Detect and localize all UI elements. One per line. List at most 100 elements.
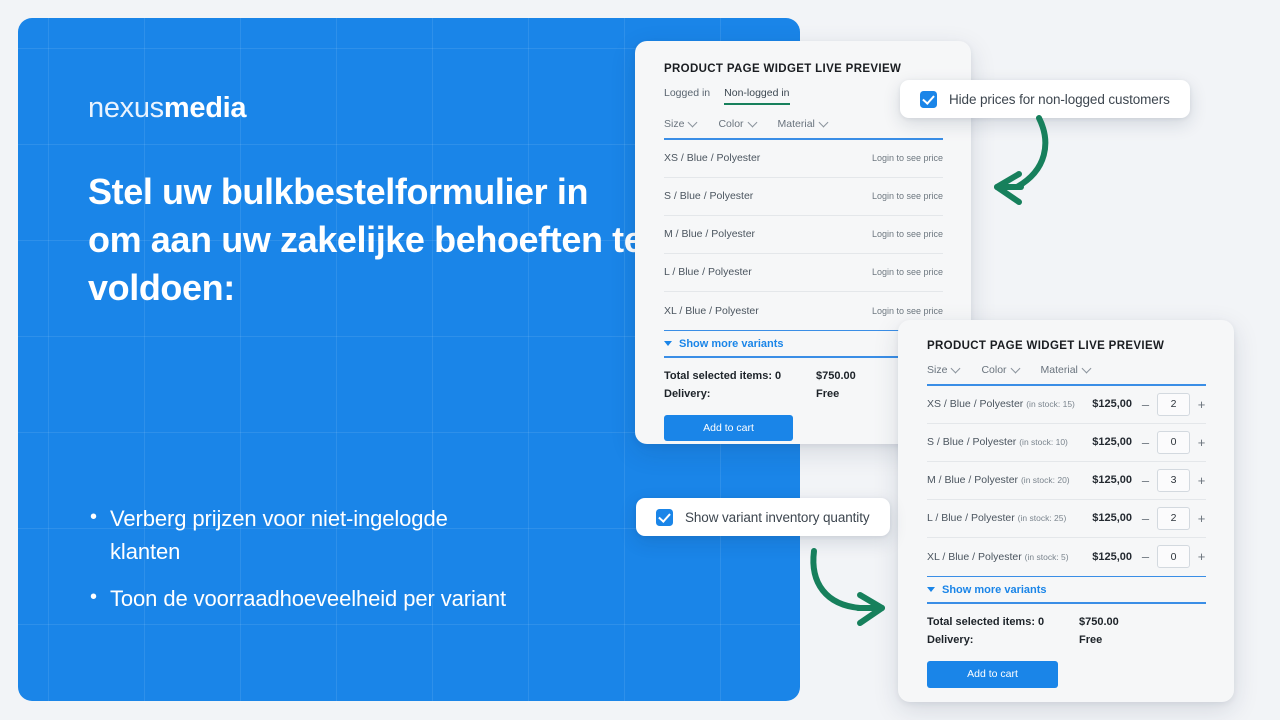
decrement-button[interactable]: –	[1141, 512, 1150, 525]
add-to-cart-button[interactable]: Add to cart	[664, 414, 793, 441]
table-row: XS / Blue / Polyester (in stock: 15) $12…	[927, 386, 1206, 424]
variant-label: S / Blue / Polyester (in stock: 10)	[927, 436, 1068, 448]
quantity-stepper: – 0 +	[1141, 430, 1206, 454]
chevron-down-icon	[687, 117, 698, 127]
show-more-variants-label: Show more variants	[679, 337, 784, 350]
brand-logo: nexusmedia	[88, 92, 247, 125]
quantity-stepper: – 3 +	[1141, 468, 1206, 492]
variant-label: L / Blue / Polyester	[664, 266, 752, 279]
filter-material[interactable]: Material	[777, 117, 829, 130]
quantity-input[interactable]: 2	[1157, 506, 1190, 530]
total-items-value: $750.00	[816, 369, 856, 382]
widget-card-inventory: PRODUCT PAGE WIDGET LIVE PREVIEW Size Co…	[898, 320, 1234, 702]
tab-non-logged-in[interactable]: Non-logged in	[724, 87, 790, 105]
widget-title: PRODUCT PAGE WIDGET LIVE PREVIEW	[927, 340, 1165, 352]
page-title: Stel uw bulkbestelformulier in om aan uw…	[88, 171, 644, 308]
variant-stock: (in stock: 5)	[1024, 551, 1069, 562]
increment-button[interactable]: +	[1197, 436, 1206, 449]
filter-size[interactable]: Size	[927, 363, 961, 376]
callout-show-inventory[interactable]: Show variant inventory quantity	[636, 498, 890, 536]
totals-block: Total selected items: 0 $750.00 Delivery…	[927, 613, 1206, 649]
triangle-down-icon	[664, 341, 672, 347]
variant-name: XS / Blue / Polyester	[927, 398, 1024, 411]
filter-size[interactable]: Size	[664, 117, 698, 130]
tab-logged-in[interactable]: Logged in	[664, 87, 710, 105]
total-items-line: Total selected items: 0 $750.00	[927, 613, 1206, 631]
quantity-input[interactable]: 2	[1157, 392, 1190, 416]
quantity-input[interactable]: 0	[1157, 430, 1190, 454]
variant-price: $125,00	[1092, 436, 1132, 449]
table-row: L / Blue / Polyester (in stock: 25) $125…	[927, 500, 1206, 538]
decrement-button[interactable]: –	[1141, 550, 1150, 563]
decrement-button[interactable]: –	[1141, 398, 1150, 411]
show-more-variants-button[interactable]: Show more variants	[927, 577, 1206, 602]
filter-material[interactable]: Material	[1040, 363, 1092, 376]
filter-color[interactable]: Color	[718, 117, 757, 130]
increment-button[interactable]: +	[1197, 550, 1206, 563]
increment-button[interactable]: +	[1197, 512, 1206, 525]
variant-price: Login to see price	[871, 267, 943, 278]
table-row: M / Blue / Polyester Login to see price	[664, 216, 943, 254]
divider	[664, 356, 912, 358]
add-to-cart-button[interactable]: Add to cart	[927, 660, 1058, 688]
list-item: Verberg prijzen voor niet-ingelogde klan…	[88, 501, 518, 568]
table-row: XS / Blue / Polyester Login to see price	[664, 140, 943, 178]
callout-hide-prices[interactable]: Hide prices for non-logged customers	[900, 80, 1190, 118]
variant-name: M / Blue / Polyester	[927, 474, 1019, 487]
widget-filter-bar: Size Color Material	[664, 117, 943, 138]
slide-canvas: nexusmedia Stel uw bulkbestelformulier i…	[0, 0, 1280, 720]
decrement-button[interactable]: –	[1141, 436, 1150, 449]
variant-stock: (in stock: 10)	[1019, 437, 1068, 448]
increment-button[interactable]: +	[1197, 474, 1206, 487]
table-row: S / Blue / Polyester (in stock: 10) $125…	[927, 424, 1206, 462]
increment-button[interactable]: +	[1197, 398, 1206, 411]
chevron-down-icon	[747, 117, 757, 127]
callout-label: Hide prices for non-logged customers	[949, 91, 1170, 107]
decrement-button[interactable]: –	[1141, 474, 1150, 487]
variant-price: Login to see price	[871, 229, 943, 240]
list-item: Toon de voorraadhoeveelheid per variant	[88, 581, 518, 615]
delivery-label: Delivery:	[927, 633, 974, 646]
total-items-label: Total selected items: 0	[664, 369, 782, 382]
variant-label: XL / Blue / Polyester (in stock: 5)	[927, 551, 1069, 563]
quantity-stepper: – 0 +	[1141, 545, 1206, 569]
total-items-value: $750.00	[1079, 615, 1119, 628]
filter-color-label: Color	[981, 364, 1007, 376]
checkbox-checked-icon[interactable]	[920, 90, 937, 108]
quantity-input[interactable]: 0	[1157, 545, 1190, 569]
variant-name: XL / Blue / Polyester	[927, 550, 1022, 563]
table-row: L / Blue / Polyester Login to see price	[664, 254, 943, 292]
variant-price: $125,00	[1092, 474, 1132, 487]
show-more-variants-label: Show more variants	[942, 583, 1047, 596]
filter-size-label: Size	[664, 118, 685, 130]
variant-label: XL / Blue / Polyester	[664, 304, 759, 317]
variant-label: S / Blue / Polyester	[664, 190, 754, 203]
variant-label: XS / Blue / Polyester (in stock: 15)	[927, 398, 1075, 410]
quantity-input[interactable]: 3	[1157, 468, 1190, 492]
variant-price: Login to see price	[871, 305, 943, 316]
delivery-line: Delivery: Free	[927, 631, 1206, 649]
divider	[927, 602, 1206, 604]
arrow-down-right-icon	[810, 548, 885, 626]
callout-label: Show variant inventory quantity	[685, 509, 870, 525]
variant-label: M / Blue / Polyester (in stock: 20)	[927, 474, 1070, 486]
delivery-value: Free	[816, 387, 840, 400]
filter-color[interactable]: Color	[981, 363, 1020, 376]
arrow-down-left-icon	[994, 115, 1049, 205]
filter-material-label: Material	[1040, 364, 1078, 376]
variant-price: Login to see price	[871, 191, 943, 202]
variant-price: $125,00	[1092, 398, 1132, 411]
variant-price: $125,00	[1092, 550, 1132, 563]
variant-price: Login to see price	[871, 153, 943, 164]
variant-name: L / Blue / Polyester	[927, 512, 1015, 525]
chevron-down-icon	[950, 363, 961, 373]
widget-filter-bar: Size Color Material	[927, 363, 1206, 384]
variant-label: L / Blue / Polyester (in stock: 25)	[927, 512, 1066, 524]
quantity-stepper: – 2 +	[1141, 506, 1206, 530]
variant-rows: XS / Blue / Polyester (in stock: 15) $12…	[927, 386, 1206, 576]
filter-size-label: Size	[927, 364, 948, 376]
filter-material-label: Material	[777, 118, 815, 130]
checkbox-checked-icon[interactable]	[656, 508, 673, 526]
delivery-value: Free	[1079, 633, 1103, 646]
total-items-label: Total selected items: 0	[927, 615, 1045, 628]
